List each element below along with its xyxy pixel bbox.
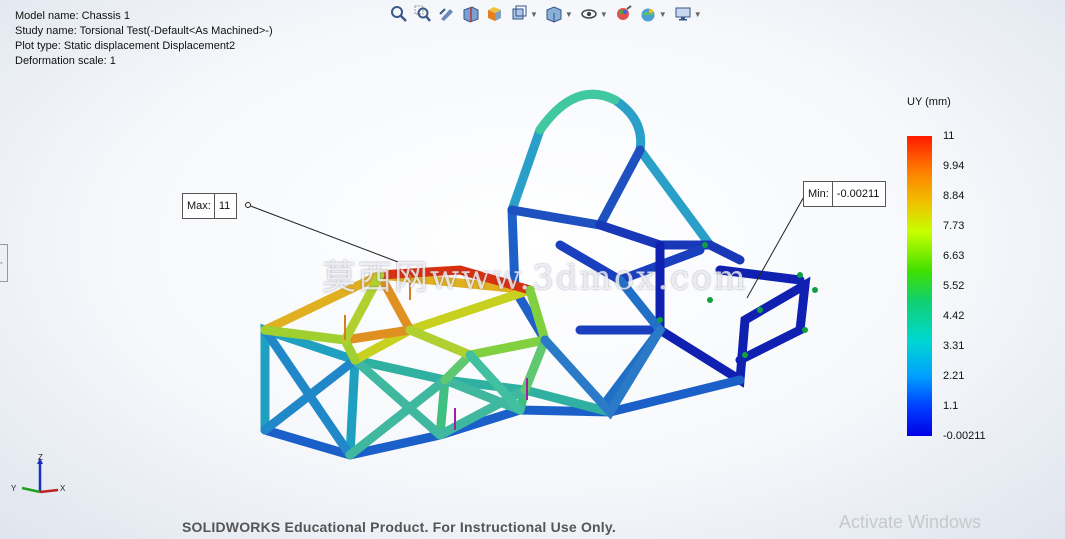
edit-appearance-icon[interactable] <box>613 4 635 24</box>
color-scale <box>907 136 932 436</box>
site-watermark: 莫西网www.3dmox.com <box>322 258 748 298</box>
chevron-down-icon[interactable]: ▼ <box>659 10 667 19</box>
min-callout[interactable]: Min: -0.00211 <box>803 181 887 207</box>
heads-up-view-toolbar: ▼ ▼ ▼ ▼ ▼ <box>388 3 705 25</box>
legend-tick: 7.73 <box>943 220 965 232</box>
x-axis-label: X <box>60 484 66 493</box>
plot-type: Plot type: Static displacement Displacem… <box>15 40 236 52</box>
study-name: Study name: Torsional Test(-Default<As M… <box>15 25 273 37</box>
max-callout[interactable]: Max: 11 <box>182 193 238 219</box>
legend-ticks: 11 9.94 8.84 7.73 6.63 5.52 4.42 3.31 2.21 1.1 -0.… <box>943 130 1023 442</box>
legend-tick: 11 <box>943 130 955 142</box>
edu-notice: SOLIDWORKS Educational Product. For Inst… <box>182 519 616 535</box>
activate-windows-notice: Activate Windows <box>839 512 982 532</box>
display-style-icon[interactable] <box>543 4 565 24</box>
chevron-down-icon[interactable]: ▼ <box>565 10 573 19</box>
zoom-to-fit-icon[interactable] <box>388 4 410 24</box>
legend-tick: 1.1 <box>943 400 959 412</box>
hide-show-items-icon[interactable] <box>578 4 600 24</box>
max-value: 11 <box>218 200 231 212</box>
chevron-down-icon[interactable]: ▼ <box>530 10 538 19</box>
zoom-to-area-icon[interactable] <box>412 4 434 24</box>
apply-scene-icon[interactable] <box>637 4 659 24</box>
legend-tick: 5.52 <box>943 280 965 292</box>
section-view-icon[interactable] <box>460 4 482 24</box>
axis-triad[interactable]: Z X Y <box>8 452 72 500</box>
previous-view-icon[interactable] <box>436 4 458 24</box>
chevron-down-icon[interactable]: ▼ <box>694 10 702 19</box>
min-value: -0.00211 <box>836 188 880 200</box>
legend-tick: 8.84 <box>943 190 965 202</box>
view-orientation-icon[interactable] <box>508 4 530 24</box>
legend-tick: 3.31 <box>943 340 965 352</box>
chevron-down-icon[interactable]: ▼ <box>600 10 608 19</box>
panel-collapse-handle[interactable]: ◦ <box>0 244 8 282</box>
legend-tick: 2.21 <box>943 370 965 382</box>
z-axis-label: Z <box>38 453 43 462</box>
displacement-legend: UY (mm) 11 9.94 8.84 7.73 6.63 5.52 4.42 3.31 2.… <box>905 94 1025 454</box>
y-axis-label: Y <box>11 484 17 493</box>
legend-tick: 6.63 <box>943 250 965 262</box>
legend-title: UY (mm) <box>907 96 951 108</box>
model-name: Model name: Chassis 1 <box>15 10 130 22</box>
min-label: Min: <box>804 182 833 206</box>
legend-tick: 9.94 <box>943 160 965 172</box>
legend-tick: 4.42 <box>943 310 965 322</box>
view-selector-icon[interactable] <box>484 4 506 24</box>
legend-tick: -0.00211 <box>943 430 986 442</box>
max-label: Max: <box>183 194 215 218</box>
view-settings-icon[interactable] <box>672 4 694 24</box>
study-info: Model name: Chassis 1 Study name: Torsio… <box>15 9 273 69</box>
deformation-scale: Deformation scale: 1 <box>15 55 116 67</box>
